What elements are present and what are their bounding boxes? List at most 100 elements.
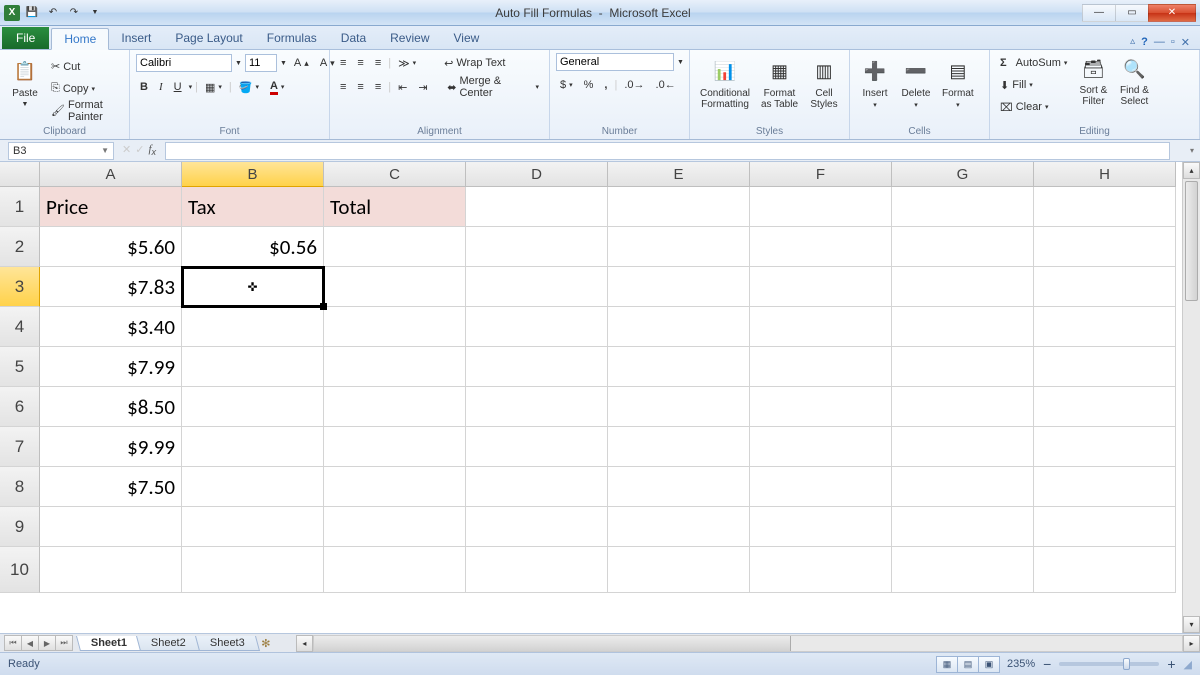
row-header-4[interactable]: 4 — [0, 307, 40, 347]
cell-a8[interactable]: $7.50 — [40, 467, 182, 507]
cell-e4[interactable] — [608, 307, 750, 347]
decrease-decimal-button[interactable]: .0← — [652, 75, 680, 95]
cell-a3[interactable]: $7.83 — [40, 267, 182, 307]
format-painter-button[interactable]: 🖌Format Painter — [47, 101, 123, 121]
cell-c3[interactable] — [324, 267, 466, 307]
increase-indent-button[interactable]: ⇥ — [414, 77, 431, 97]
cell-g4[interactable] — [892, 307, 1034, 347]
next-sheet-button[interactable]: ▶ — [38, 635, 56, 651]
cell-h6[interactable] — [1034, 387, 1176, 427]
number-format-select[interactable] — [556, 53, 674, 71]
cell-h5[interactable] — [1034, 347, 1176, 387]
cell-styles-button[interactable]: ▥Cell Styles — [805, 56, 843, 122]
horizontal-scrollbar[interactable]: ◂ ▸ — [296, 635, 1200, 652]
row-header-5[interactable]: 5 — [0, 347, 40, 387]
col-header-b[interactable]: B — [182, 162, 324, 187]
cell-a1[interactable]: Price — [40, 187, 182, 227]
cell-b5[interactable] — [182, 347, 324, 387]
tab-view[interactable]: View — [442, 27, 492, 49]
cell-c5[interactable] — [324, 347, 466, 387]
col-header-h[interactable]: H — [1034, 162, 1176, 187]
cell-e3[interactable] — [608, 267, 750, 307]
align-bottom-button[interactable]: ≡ — [371, 53, 385, 73]
font-name-input[interactable] — [136, 54, 232, 72]
tab-review[interactable]: Review — [378, 27, 441, 49]
scroll-up-button[interactable]: ▴ — [1183, 162, 1200, 179]
cell-e6[interactable] — [608, 387, 750, 427]
wrap-text-button[interactable]: ↩Wrap Text — [440, 53, 509, 73]
cell-h2[interactable] — [1034, 227, 1176, 267]
file-tab[interactable]: File — [2, 27, 49, 49]
cell-h4[interactable] — [1034, 307, 1176, 347]
scroll-down-button[interactable]: ▾ — [1183, 616, 1200, 633]
cell-h10[interactable] — [1034, 547, 1176, 593]
tab-insert[interactable]: Insert — [109, 27, 163, 49]
cell-g5[interactable] — [892, 347, 1034, 387]
align-middle-button[interactable]: ≡ — [353, 53, 367, 73]
cell-c2[interactable] — [324, 227, 466, 267]
cell-c6[interactable] — [324, 387, 466, 427]
cell-c4[interactable] — [324, 307, 466, 347]
cell-h1[interactable] — [1034, 187, 1176, 227]
cell-d2[interactable] — [466, 227, 608, 267]
cell-b6[interactable] — [182, 387, 324, 427]
name-box[interactable]: B3 ▼ — [8, 142, 114, 160]
cell-b2[interactable]: $0.56 — [182, 227, 324, 267]
grow-font-button[interactable]: A▴ — [290, 53, 313, 73]
fill-button[interactable]: ⬇Fill▾ — [996, 75, 1071, 95]
cell-h7[interactable] — [1034, 427, 1176, 467]
cell-f1[interactable] — [750, 187, 892, 227]
underline-button[interactable]: U — [170, 77, 186, 97]
italic-button[interactable]: I — [155, 77, 167, 97]
qat-undo-icon[interactable]: ↶ — [44, 4, 62, 22]
vertical-scrollbar[interactable]: ▴ ▾ — [1182, 162, 1200, 633]
cell-b3[interactable]: ✜ — [182, 267, 324, 307]
row-header-6[interactable]: 6 — [0, 387, 40, 427]
workbook-close-icon[interactable]: ✕ — [1181, 36, 1190, 49]
decrease-indent-button[interactable]: ⇤ — [394, 77, 411, 97]
cell-f10[interactable] — [750, 547, 892, 593]
minimize-button[interactable]: — — [1082, 4, 1116, 22]
tab-home[interactable]: Home — [51, 28, 109, 50]
font-color-button[interactable]: A▾ — [266, 77, 288, 97]
cell-f6[interactable] — [750, 387, 892, 427]
fx-icon[interactable]: fx — [148, 143, 159, 157]
col-header-a[interactable]: A — [40, 162, 182, 187]
cell-a5[interactable]: $7.99 — [40, 347, 182, 387]
cancel-formula-icon[interactable]: ✕ — [122, 143, 131, 157]
cell-b10[interactable] — [182, 547, 324, 593]
cell-g2[interactable] — [892, 227, 1034, 267]
cell-c10[interactable] — [324, 547, 466, 593]
view-page-break-button[interactable]: ▣ — [978, 656, 1000, 673]
fill-color-button[interactable]: 🪣▾ — [235, 77, 263, 97]
fill-handle[interactable] — [320, 303, 327, 310]
copy-button[interactable]: ⎘Copy▾ — [47, 79, 123, 99]
cell-g9[interactable] — [892, 507, 1034, 547]
workbook-minimize-icon[interactable]: — — [1154, 36, 1165, 49]
sort-filter-button[interactable]: 🗃Sort & Filter — [1074, 53, 1112, 119]
first-sheet-button[interactable]: ⏮ — [4, 635, 22, 651]
find-select-button[interactable]: 🔍Find & Select — [1115, 53, 1153, 119]
sheet-tab-2[interactable]: Sheet2 — [136, 636, 201, 651]
tab-page-layout[interactable]: Page Layout — [163, 27, 254, 49]
conditional-formatting-button[interactable]: 📊Conditional Formatting — [696, 56, 754, 122]
zoom-slider[interactable] — [1059, 662, 1159, 666]
cell-e9[interactable] — [608, 507, 750, 547]
cell-c1[interactable]: Total — [324, 187, 466, 227]
zoom-out-button[interactable]: − — [1043, 656, 1051, 672]
cell-a9[interactable] — [40, 507, 182, 547]
cell-c9[interactable] — [324, 507, 466, 547]
last-sheet-button[interactable]: ⏭ — [55, 635, 73, 651]
autosum-button[interactable]: Σ AutoSum▾ — [996, 53, 1071, 73]
cell-a6[interactable]: $8.50 — [40, 387, 182, 427]
cell-a2[interactable]: $5.60 — [40, 227, 182, 267]
format-as-table-button[interactable]: ▦Format as Table — [757, 56, 802, 122]
cell-g8[interactable] — [892, 467, 1034, 507]
delete-cells-button[interactable]: ➖Delete▾ — [897, 56, 935, 122]
row-header-3[interactable]: 3 — [0, 267, 40, 307]
comma-format-button[interactable]: , — [600, 75, 611, 95]
row-header-7[interactable]: 7 — [0, 427, 40, 467]
zoom-level[interactable]: 235% — [999, 658, 1043, 670]
col-header-d[interactable]: D — [466, 162, 608, 187]
maximize-button[interactable]: ▭ — [1115, 4, 1149, 22]
